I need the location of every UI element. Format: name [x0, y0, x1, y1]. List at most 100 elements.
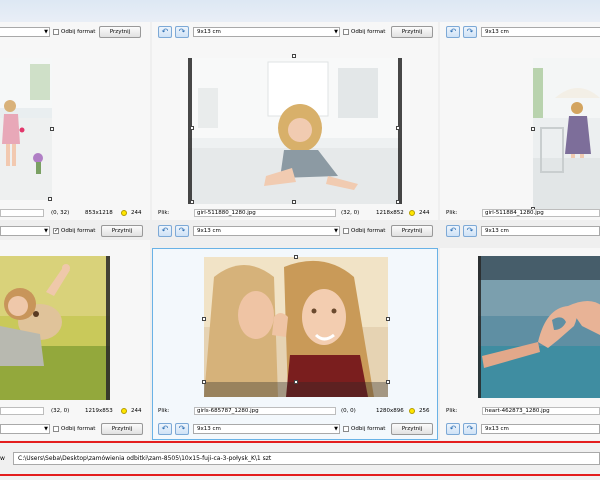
crop-handle[interactable] — [190, 200, 194, 204]
flip-format-checkbox[interactable] — [53, 426, 59, 432]
rotate-right-button[interactable]: ↷ — [463, 423, 477, 435]
flip-format-checkbox[interactable] — [53, 29, 59, 35]
size-select[interactable]: ▼ — [0, 226, 50, 236]
photo-cell-3[interactable]: ↶ ↷ 9x13 cm — [440, 22, 600, 220]
photo-cell-2[interactable]: ↶ ↷ 9x13 cm ▼ Odbij format Przytnij — [152, 22, 438, 220]
quality-indicator-icon — [121, 408, 127, 414]
cell-toolbar: ↶ ↷ 9x13 cm ▼ Odbij format Przytnij — [152, 25, 438, 39]
flip-format-label: Odbij format — [351, 29, 386, 35]
rotate-left-button[interactable]: ↶ — [158, 225, 172, 237]
chevron-down-icon: ▼ — [44, 29, 48, 35]
size-select-value: 9x13 cm — [485, 29, 509, 35]
chevron-down-icon: ▼ — [334, 29, 338, 35]
crop-shade-right — [398, 58, 402, 204]
rotate-left-button[interactable]: ↶ — [446, 26, 460, 38]
size-select-value: 9x13 cm — [485, 228, 509, 234]
crop-handle[interactable] — [386, 317, 390, 321]
image-resolution: 1218x852 — [376, 210, 404, 216]
rotate-left-button[interactable]: ↶ — [446, 423, 460, 435]
cell-toolbar: ▼ Odbij format Przytnij ↶ ↷ 9x13 cm ▼ Odb… — [0, 224, 600, 238]
photo-girl-umbrella[interactable] — [533, 58, 600, 210]
chevron-down-icon: ▼ — [44, 228, 48, 234]
crop-handle[interactable] — [386, 380, 390, 384]
rotate-right-button[interactable]: ↷ — [463, 26, 477, 38]
flip-format-checkbox[interactable] — [343, 228, 349, 234]
crop-handle[interactable] — [202, 380, 206, 384]
size-select[interactable]: 9x13 cm — [481, 226, 600, 236]
file-label: Plik: — [158, 408, 170, 414]
crop-button[interactable]: Przytnij — [101, 225, 143, 237]
size-select[interactable]: 9x13 cm ▼ — [193, 424, 340, 434]
photo-info-row: (0, 32) 853x1218 244 Plik: girl-511880_1… — [0, 208, 600, 218]
flip-format-label: Odbij format — [61, 29, 96, 35]
photo-heart-hands[interactable] — [478, 256, 600, 398]
rotate-right-button[interactable]: ↷ — [175, 225, 189, 237]
photo-girl-lying[interactable] — [188, 58, 402, 204]
photo-two-girls[interactable] — [204, 257, 388, 397]
image-resolution: 1280x896 — [376, 408, 404, 414]
photo-image — [204, 257, 388, 397]
rotate-right-button[interactable]: ↷ — [463, 225, 477, 237]
flip-format-label: Odbij format — [61, 228, 96, 234]
size-select[interactable]: 9x13 cm ▼ — [193, 226, 340, 236]
photo-image — [0, 256, 110, 400]
crop-shade-bottom — [204, 382, 388, 397]
rotate-right-button[interactable]: ↷ — [175, 423, 189, 435]
crop-button[interactable]: Przytnij — [99, 26, 141, 38]
file-name-field — [0, 407, 44, 415]
cell-toolbar: ▼ Odbij format Przytnij — [0, 25, 150, 39]
crop-button[interactable]: Przytnij — [391, 423, 433, 435]
cell-toolbar: ↶ ↷ 9x13 cm — [440, 25, 600, 39]
dpi-value: 244 — [131, 210, 142, 216]
photo-girl-sitting[interactable] — [0, 58, 52, 200]
crop-handle[interactable] — [190, 126, 194, 130]
crop-handle[interactable] — [292, 54, 296, 58]
crop-handle[interactable] — [396, 200, 400, 204]
crop-button[interactable]: Przytnij — [391, 26, 433, 38]
flip-format-checkbox[interactable] — [343, 29, 349, 35]
crop-handle[interactable] — [294, 255, 298, 259]
quality-indicator-icon — [409, 210, 415, 216]
image-resolution: 1219x853 — [85, 408, 113, 414]
flip-format-checkbox[interactable] — [53, 227, 59, 234]
quality-indicator-icon — [121, 210, 127, 216]
dpi-value: 256 — [419, 408, 430, 414]
crop-handle[interactable] — [531, 127, 535, 131]
rotate-left-button[interactable]: ↶ — [446, 225, 460, 237]
photo-child-teddy[interactable] — [0, 256, 110, 400]
crop-handle[interactable] — [294, 380, 298, 384]
crop-handle[interactable] — [396, 126, 400, 130]
separator-line — [0, 441, 600, 443]
size-select[interactable]: 9x13 cm — [481, 27, 600, 37]
crop-button[interactable]: Przytnij — [101, 423, 143, 435]
crop-handle[interactable] — [50, 127, 54, 131]
chevron-down-icon: ▼ — [334, 228, 338, 234]
photo-cell-1[interactable]: ▼ Odbij format Przytnij — [0, 22, 150, 220]
photo-image — [533, 58, 600, 210]
file-name-field: girl-511880_1280.jpg — [194, 209, 336, 217]
crop-shade-left — [188, 58, 192, 204]
cell-toolbar: ▼ Odbij format Przytnij ↶ ↷ 9x13 cm ▼ Odb… — [0, 422, 600, 436]
output-path-field[interactable]: C:\Users\Seba\Desktop\zamówienia odbitki… — [13, 452, 600, 465]
crop-handle[interactable] — [48, 197, 52, 201]
rotate-left-button[interactable]: ↶ — [158, 423, 172, 435]
size-select[interactable]: ▼ — [0, 27, 50, 37]
file-name-field: girls-685787_1280.jpg — [194, 407, 336, 415]
rotate-right-button[interactable]: ↷ — [175, 26, 189, 38]
file-label: Plik: — [158, 210, 170, 216]
size-select[interactable]: 9x13 cm — [481, 424, 600, 434]
size-select-value: 9x13 cm — [485, 426, 509, 432]
crop-button[interactable]: Przytnij — [391, 225, 433, 237]
size-select[interactable]: ▼ — [0, 424, 50, 434]
size-select-value: 9x13 cm — [197, 29, 221, 35]
title-strip — [0, 0, 600, 23]
flip-format-checkbox[interactable] — [343, 426, 349, 432]
photo-image — [188, 58, 402, 204]
size-select-value: 9x13 cm — [197, 228, 221, 234]
rotate-left-button[interactable]: ↶ — [158, 26, 172, 38]
chevron-down-icon: ▼ — [44, 426, 48, 432]
crop-handle[interactable] — [292, 200, 296, 204]
chevron-down-icon: ▼ — [334, 426, 338, 432]
size-select[interactable]: 9x13 cm ▼ — [193, 27, 340, 37]
crop-handle[interactable] — [202, 317, 206, 321]
